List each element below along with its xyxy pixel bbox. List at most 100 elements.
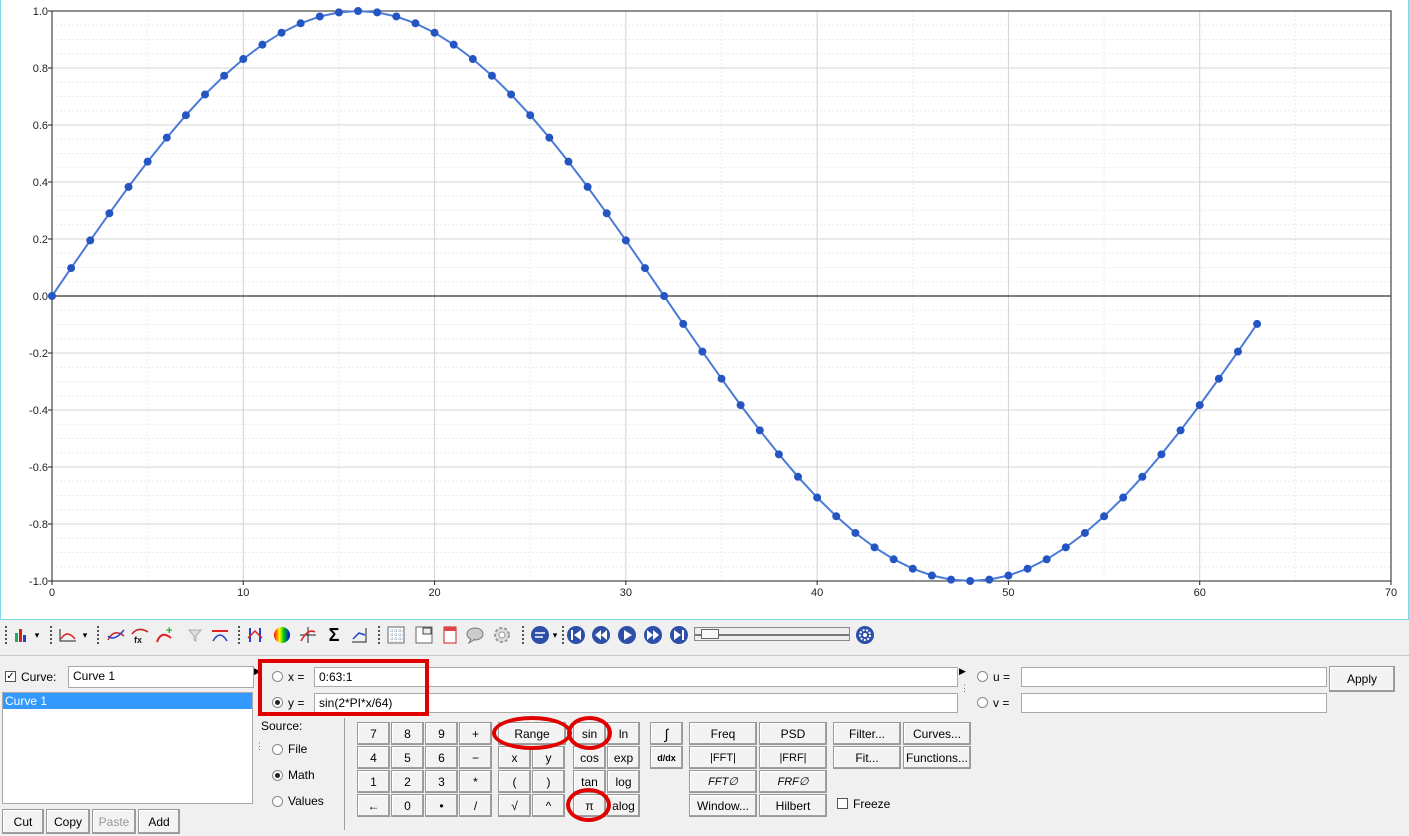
copy-button[interactable]: Copy bbox=[46, 809, 90, 834]
axes-icon[interactable] bbox=[246, 625, 266, 645]
key-plus[interactable]: + bbox=[459, 722, 492, 745]
key-4[interactable]: 4 bbox=[357, 746, 390, 769]
add-curve-icon[interactable]: + bbox=[155, 625, 175, 645]
plot-type-icon[interactable] bbox=[12, 625, 32, 645]
sum-icon[interactable]: Σ bbox=[324, 625, 344, 645]
animation-icon[interactable] bbox=[530, 625, 550, 645]
key-minus[interactable]: − bbox=[459, 746, 492, 769]
y-tick-label: -0.2 bbox=[29, 348, 48, 360]
key-1[interactable]: 1 bbox=[357, 770, 390, 793]
comment-icon[interactable] bbox=[465, 625, 485, 645]
chevron-down-icon[interactable]: ▾ bbox=[550, 625, 560, 645]
data-point bbox=[239, 55, 248, 64]
key-8[interactable]: 8 bbox=[391, 722, 424, 745]
fit-button[interactable]: Fit... bbox=[833, 746, 901, 769]
curve-list[interactable]: Curve 1 bbox=[2, 692, 253, 804]
x-tick-label: 70 bbox=[1385, 587, 1397, 599]
integral-button[interactable]: ∫ bbox=[650, 722, 683, 745]
v-radio[interactable] bbox=[977, 697, 988, 708]
source-file-radio[interactable] bbox=[272, 744, 283, 755]
u-radio[interactable] bbox=[977, 671, 988, 682]
splitter-grip[interactable]: ⋮ bbox=[960, 683, 969, 694]
frf-mag-button[interactable]: |FRF| bbox=[759, 746, 827, 769]
exp-button[interactable]: exp bbox=[607, 746, 640, 769]
list-item[interactable]: Curve 1 bbox=[3, 693, 252, 709]
hilbert-button[interactable]: Hilbert bbox=[759, 794, 827, 817]
toolbar-grip[interactable] bbox=[562, 626, 565, 644]
last-frame-icon[interactable] bbox=[669, 625, 689, 645]
fft-phase-button[interactable]: FFT∅ bbox=[689, 770, 757, 793]
chevron-down-icon[interactable]: ▾ bbox=[80, 625, 90, 645]
key-multiply[interactable]: * bbox=[459, 770, 492, 793]
crosshair-icon[interactable] bbox=[298, 625, 318, 645]
x-tick-label: 0 bbox=[49, 587, 55, 599]
toolbar-grip[interactable] bbox=[238, 626, 241, 644]
v-expression-field[interactable] bbox=[1021, 693, 1327, 713]
first-frame-icon[interactable] bbox=[566, 625, 586, 645]
remove-icon[interactable] bbox=[210, 625, 230, 645]
cut-button[interactable]: Cut bbox=[2, 809, 44, 834]
u-expression-field[interactable] bbox=[1021, 667, 1327, 687]
key-open-paren[interactable]: ( bbox=[498, 770, 531, 793]
axis-scale-icon[interactable] bbox=[350, 625, 370, 645]
toolbar-grip[interactable] bbox=[5, 626, 8, 644]
curve-type-icon[interactable] bbox=[58, 625, 78, 645]
curve-fx-icon[interactable]: fx bbox=[130, 625, 150, 645]
log-button[interactable]: log bbox=[607, 770, 640, 793]
play-icon[interactable] bbox=[617, 625, 637, 645]
toolbar-grip[interactable] bbox=[522, 626, 525, 644]
fft-mag-button[interactable]: |FFT| bbox=[689, 746, 757, 769]
key-9[interactable]: 9 bbox=[425, 722, 458, 745]
psd-button[interactable]: PSD bbox=[759, 722, 827, 745]
power-button[interactable]: ^ bbox=[532, 794, 565, 817]
next-frame-icon[interactable] bbox=[643, 625, 663, 645]
apply-button[interactable]: Apply bbox=[1329, 666, 1395, 692]
toolbar-grip[interactable] bbox=[50, 626, 53, 644]
curve-edit-icon[interactable] bbox=[106, 625, 126, 645]
alog-button[interactable]: alog bbox=[607, 794, 640, 817]
options-icon[interactable] bbox=[855, 625, 875, 645]
splitter-grip[interactable]: ⋮ bbox=[255, 741, 264, 752]
chevron-down-icon[interactable]: ▾ bbox=[32, 625, 42, 645]
functions-button[interactable]: Functions... bbox=[903, 746, 971, 769]
legend-icon[interactable] bbox=[414, 625, 434, 645]
frame-slider[interactable] bbox=[694, 627, 850, 641]
key-0[interactable]: 0 bbox=[391, 794, 424, 817]
curve-checkbox[interactable]: ✓ bbox=[5, 671, 16, 682]
plot-area[interactable]: 0 10 20 30 40 50 60 70 1.0 0.8 0.6 0.4 0.2 0.0 -0.2 -0.… bbox=[0, 0, 1409, 620]
notes-icon[interactable] bbox=[440, 625, 460, 645]
data-point bbox=[296, 19, 305, 28]
add-button[interactable]: Add bbox=[138, 809, 180, 834]
curve-name-field[interactable]: Curve 1 bbox=[68, 666, 254, 688]
key-6[interactable]: 6 bbox=[425, 746, 458, 769]
frf-phase-button[interactable]: FRF∅ bbox=[759, 770, 827, 793]
filter-icon[interactable] bbox=[185, 625, 205, 645]
window-button[interactable]: Window... bbox=[689, 794, 757, 817]
chart[interactable]: 0 10 20 30 40 50 60 70 1.0 0.8 0.6 0.4 0.2 0.0 -0.2 -0.… bbox=[1, 0, 1408, 619]
freeze-checkbox[interactable] bbox=[837, 798, 848, 809]
key-5[interactable]: 5 bbox=[391, 746, 424, 769]
key-divide[interactable]: / bbox=[459, 794, 492, 817]
settings-icon[interactable] bbox=[492, 625, 512, 645]
expand-arrow-icon[interactable]: ▶ bbox=[959, 666, 966, 677]
key-decimal[interactable]: • bbox=[425, 794, 458, 817]
toolbar-grip[interactable] bbox=[378, 626, 381, 644]
key-close-paren[interactable]: ) bbox=[532, 770, 565, 793]
key-3[interactable]: 3 bbox=[425, 770, 458, 793]
key-7[interactable]: 7 bbox=[357, 722, 390, 745]
key-2[interactable]: 2 bbox=[391, 770, 424, 793]
filter-button[interactable]: Filter... bbox=[833, 722, 901, 745]
prev-frame-icon[interactable] bbox=[591, 625, 611, 645]
freq-button[interactable]: Freq bbox=[689, 722, 757, 745]
source-values-radio[interactable] bbox=[272, 796, 283, 807]
color-icon[interactable] bbox=[272, 625, 292, 645]
x-tick-label: 10 bbox=[237, 587, 249, 599]
slider-handle[interactable] bbox=[701, 629, 719, 639]
toolbar-grip[interactable] bbox=[97, 626, 100, 644]
backspace-button[interactable]: ← bbox=[357, 794, 390, 817]
grid-icon[interactable] bbox=[386, 625, 406, 645]
source-math-radio[interactable] bbox=[272, 770, 283, 781]
curves-button[interactable]: Curves... bbox=[903, 722, 971, 745]
sqrt-button[interactable]: √ bbox=[498, 794, 531, 817]
derivative-button[interactable]: d/dx bbox=[650, 746, 683, 769]
